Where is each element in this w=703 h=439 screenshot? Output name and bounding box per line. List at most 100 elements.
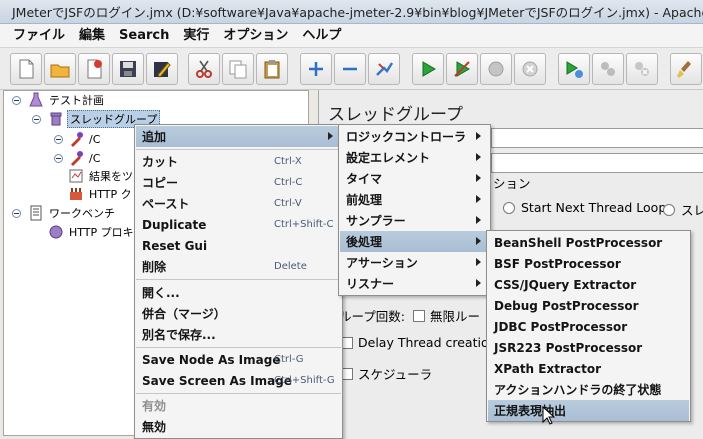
window-title: JMeterでJSFのログイン.jmx (D:¥software¥Java¥ap…	[12, 5, 703, 20]
menu-item-add[interactable]: 追加	[136, 126, 341, 147]
menu-item-delete[interactable]: 削除 Delete	[136, 256, 341, 277]
menu-item-disable[interactable]: 無効	[136, 416, 341, 437]
menu-edit[interactable]: 編集	[72, 24, 112, 48]
tree-node-http-proxy[interactable]: HTTP プロキ	[48, 223, 136, 241]
name-field[interactable]	[491, 128, 703, 148]
comment-field[interactable]	[491, 153, 703, 173]
radio-label: スレ	[681, 203, 703, 218]
remote-shutdown-button[interactable]	[626, 53, 658, 85]
collapse-icon	[343, 67, 357, 71]
template-button[interactable]	[78, 53, 110, 85]
start-next-thread-loop-radio[interactable]: Start Next Thread Loop	[503, 200, 666, 215]
menu-item-label: 併合（マージ）	[142, 307, 226, 321]
menu-item-merge[interactable]: 併合（マージ）	[136, 303, 341, 324]
toggle-button[interactable]	[368, 53, 400, 85]
menu-item-paste[interactable]: ペースト Ctrl-V	[136, 193, 341, 214]
menu-item-open[interactable]: 開く...	[136, 282, 341, 303]
cut-button[interactable]	[188, 53, 220, 85]
open-button[interactable]	[44, 53, 76, 85]
edit-button[interactable]	[146, 53, 178, 85]
menu-item-label: 前処理	[346, 193, 383, 207]
collapse-button[interactable]	[334, 53, 366, 85]
collapse-toggle-icon[interactable]	[32, 115, 41, 124]
clear-button[interactable]	[670, 53, 702, 85]
menu-item-enable: 有効	[136, 395, 341, 416]
menu-item-css-jquery-extractor[interactable]: CSS/JQuery Extractor	[488, 274, 689, 295]
menu-item-listener[interactable]: リスナー	[340, 273, 489, 294]
stop-button[interactable]	[480, 53, 512, 85]
stop-icon	[488, 61, 504, 77]
menu-item-sampler[interactable]: サンプラー	[340, 210, 489, 231]
workbench-icon	[28, 205, 44, 221]
tree-node-label: ワークベンチ	[49, 207, 115, 220]
menu-item-copy[interactable]: コピー Ctrl-C	[136, 172, 341, 193]
menu-item-jsr223-postprocessor[interactable]: JSR223 PostProcessor	[488, 337, 689, 358]
menu-item-duplicate[interactable]: Duplicate Ctrl+Shift-C	[136, 214, 341, 235]
remote-shutdown-icon	[635, 62, 649, 76]
menu-item-label: 開く...	[142, 286, 180, 300]
menu-item-bsf-postprocessor[interactable]: BSF PostProcessor	[488, 253, 689, 274]
remote-start-button[interactable]	[558, 53, 590, 85]
scheduler-checkbox[interactable]: スケジューラ	[341, 364, 432, 383]
tree-node-test-plan[interactable]: テスト計画	[28, 91, 106, 109]
menu-separator	[136, 279, 341, 280]
collapse-toggle-icon[interactable]	[12, 96, 21, 105]
tree-node-http-config[interactable]: HTTP ク	[68, 185, 134, 203]
tree-node-workbench[interactable]: ワークベンチ	[28, 204, 117, 222]
tree-node-listener[interactable]: 結果をツ	[68, 167, 135, 185]
stop-thread-radio[interactable]: スレ	[663, 200, 703, 219]
menu-item-jdbc-postprocessor[interactable]: JDBC PostProcessor	[488, 316, 689, 337]
new-button[interactable]	[10, 53, 42, 85]
remote-stop-button[interactable]	[592, 53, 624, 85]
expand-toggle-icon[interactable]	[54, 135, 63, 144]
expand-button[interactable]	[300, 53, 332, 85]
save-icon	[120, 61, 136, 77]
menu-item-pre-processor[interactable]: 前処理	[340, 189, 489, 210]
menu-item-beanshell-postprocessor[interactable]: BeanShell PostProcessor	[488, 232, 689, 253]
menu-item-debug-postprocessor[interactable]: Debug PostProcessor	[488, 295, 689, 316]
delay-thread-creation-checkbox[interactable]: Delay Thread creation u	[341, 335, 508, 350]
infinite-loop-checkbox[interactable]	[412, 309, 425, 322]
clear-icon	[677, 61, 691, 78]
menu-bar: ファイル 編集 Search 実行 オプション ヘルプ	[0, 24, 703, 48]
menu-item-xpath-extractor[interactable]: XPath Extractor	[488, 358, 689, 379]
menu-item-label: 無効	[142, 420, 167, 434]
mouse-pointer-icon	[542, 406, 556, 425]
remote-stop-icon	[601, 62, 615, 76]
menu-options[interactable]: オプション	[216, 24, 295, 48]
shutdown-button[interactable]	[514, 53, 546, 85]
menu-item-save-as[interactable]: 別名で保存...	[136, 324, 341, 345]
menu-item-config-element[interactable]: 設定エレメント	[340, 147, 489, 168]
shortcut-label: Ctrl-C	[274, 177, 303, 188]
menu-item-label: CSS/JQuery Extractor	[494, 277, 637, 292]
proxy-icon	[48, 224, 64, 240]
menu-item-label: 後処理	[346, 235, 383, 249]
menu-help[interactable]: ヘルプ	[295, 24, 348, 48]
paste-icon	[264, 60, 280, 79]
menu-item-post-processor[interactable]: 後処理	[340, 231, 489, 252]
menu-item-reset-gui[interactable]: Reset Gui	[136, 235, 341, 256]
menu-item-assertion[interactable]: アサーション	[340, 252, 489, 273]
menu-item-result-status-handler[interactable]: アクションハンドラの終了状態	[488, 379, 689, 400]
start-no-timers-button[interactable]	[446, 53, 478, 85]
menu-item-regex-extractor[interactable]: 正規表現抽出	[488, 400, 689, 421]
toggle-icon	[376, 62, 394, 76]
menu-file[interactable]: ファイル	[6, 24, 72, 48]
save-button[interactable]	[112, 53, 144, 85]
collapse-toggle-icon[interactable]	[12, 209, 21, 218]
expand-toggle-icon[interactable]	[54, 154, 63, 163]
menu-item-save-node-image[interactable]: Save Node As Image Ctrl-G	[136, 349, 341, 370]
toolbar	[0, 48, 703, 90]
menu-search[interactable]: Search	[112, 24, 176, 48]
start-button[interactable]	[412, 53, 444, 85]
menu-item-logic-controller[interactable]: ロジックコントローラ	[340, 126, 489, 147]
menu-item-save-screen-image[interactable]: Save Screen As Image Ctrl+Shift-G	[136, 370, 341, 391]
paste-button[interactable]	[256, 53, 288, 85]
menu-item-label: JDBC PostProcessor	[494, 319, 628, 334]
menu-item-timer[interactable]: タイマ	[340, 168, 489, 189]
copy-button[interactable]	[222, 53, 254, 85]
menu-run[interactable]: 実行	[176, 24, 216, 48]
menu-item-cut[interactable]: カット Ctrl-X	[136, 151, 341, 172]
tree-node-sampler[interactable]: /C	[68, 149, 102, 167]
tree-node-sampler[interactable]: /C	[68, 130, 102, 148]
